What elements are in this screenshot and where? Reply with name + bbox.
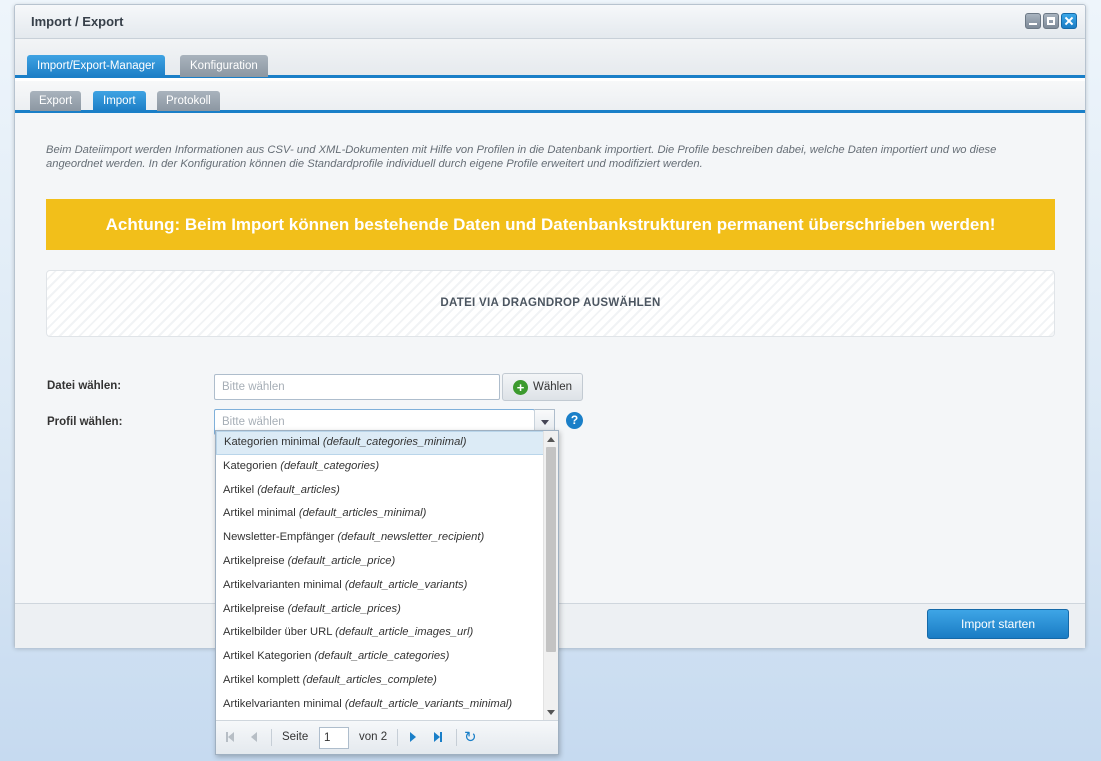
chevron-down-icon (541, 420, 549, 425)
refresh-icon[interactable]: ↻ (464, 730, 477, 745)
profile-option[interactable]: Artikel (default_articles) (216, 479, 544, 503)
profile-option[interactable]: Artikel minimal (default_articles_minima… (216, 502, 544, 526)
scrollbar-thumb[interactable] (546, 447, 556, 652)
profile-option-key: (default_categories) (280, 459, 380, 472)
page-number-input[interactable] (319, 727, 349, 749)
choose-file-button[interactable]: + Wählen (502, 373, 583, 401)
profile-option-key: (default_articles) (257, 483, 340, 496)
profile-option-name: Kategorien (223, 459, 278, 472)
window-title: Import / Export (31, 14, 124, 29)
profile-option-key: (default_article_variants) (344, 578, 468, 591)
file-label: Datei wählen: (47, 380, 122, 392)
profile-option-name: Newsletter-Empfänger (223, 531, 335, 544)
page-label: Seite (282, 731, 309, 743)
profile-option[interactable]: Artikelvarianten minimal (default_articl… (216, 574, 544, 598)
scroll-down-icon[interactable] (547, 710, 555, 715)
next-page-icon[interactable] (410, 732, 416, 745)
profile-option-key: (default_article_prices) (287, 602, 401, 615)
profile-option[interactable]: Artikel komplett (default_articles_compl… (216, 669, 544, 693)
profile-option-name: Artikel (223, 483, 255, 496)
start-import-button[interactable]: Import starten (927, 609, 1069, 639)
profile-option[interactable]: Artikel Kategorien (default_article_cate… (216, 645, 544, 669)
window-titlebar[interactable]: Import / Export (15, 5, 1085, 39)
file-input[interactable] (214, 374, 500, 400)
close-icon[interactable] (1061, 13, 1077, 29)
profile-option-name: Kategorien minimal (224, 436, 320, 448)
profile-option-name: Artikelvarianten minimal (223, 697, 342, 710)
profile-option-key: (default_articles_minimal) (298, 507, 427, 520)
profile-option[interactable]: Newsletter-Empfänger (default_newsletter… (216, 526, 544, 550)
profile-option-name: Artikelbilder über URL (223, 626, 333, 639)
tab-import-export-manager[interactable]: Import/Export-Manager (27, 55, 166, 77)
last-page-icon[interactable] (434, 732, 442, 745)
page-count-label: von 2 (359, 731, 388, 743)
first-page-icon[interactable] (226, 732, 234, 745)
profile-option-name: Artikelpreise (223, 602, 285, 615)
profile-option-key: (default_newsletter_recipient) (337, 531, 485, 544)
tab-konfiguration[interactable]: Konfiguration (180, 55, 268, 77)
profile-option-name: Artikelpreise (223, 554, 285, 567)
profile-option-name: Artikel komplett (223, 673, 300, 686)
profile-label: Profil wählen: (47, 416, 123, 428)
tab-export[interactable]: Export (30, 91, 82, 111)
profile-option-key: (default_article_variants_minimal) (344, 697, 513, 710)
profile-option-key: (default_article_images_url) (335, 626, 474, 639)
minimize-icon[interactable] (1025, 13, 1041, 29)
profile-dropdown-list: Kategorien minimal (default_categories_m… (215, 430, 559, 755)
profile-option-key: (default_article_price) (287, 554, 396, 567)
window-controls (1025, 13, 1077, 29)
choose-file-label: Wählen (533, 381, 572, 393)
profile-option-name: Artikel Kategorien (223, 650, 312, 663)
maximize-icon[interactable] (1043, 13, 1059, 29)
import-warning-banner: Achtung: Beim Import können bestehende D… (46, 199, 1055, 250)
profile-option[interactable]: Kategorien minimal (default_categories_m… (216, 431, 544, 455)
main-tabbar: Import/Export-Manager Konfiguration (15, 39, 1085, 78)
profile-option-key: (default_articles_complete) (302, 673, 437, 686)
profile-option[interactable]: Artikelvarianten minimal (default_articl… (216, 693, 544, 717)
profile-option[interactable]: Artikelpreise (default_article_prices) (216, 598, 544, 622)
file-dropzone[interactable]: DATEI VIA DRAGNDROP AUSWÄHLEN (46, 270, 1055, 337)
scroll-up-icon[interactable] (547, 437, 555, 442)
sub-tabbar: Export Import Protokoll (15, 81, 1085, 113)
profile-option-name: Artikel minimal (223, 507, 296, 520)
profile-option-name: Artikelvarianten minimal (223, 578, 342, 591)
prev-page-icon[interactable] (251, 732, 257, 745)
profile-option-key: (default_article_categories) (314, 650, 450, 663)
profile-options: Kategorien minimal (default_categories_m… (216, 431, 544, 721)
profile-option[interactable]: Artikelpreise (default_article_price) (216, 550, 544, 574)
tab-import[interactable]: Import (93, 91, 146, 111)
profile-option[interactable]: Kategorien (default_categories) (216, 455, 544, 479)
help-icon[interactable]: ? (566, 412, 583, 429)
tab-protokoll[interactable]: Protokoll (157, 91, 220, 111)
dropdown-scrollbar[interactable] (543, 431, 558, 721)
plus-icon: + (513, 379, 528, 395)
profile-option-key: (default_categories_minimal) (322, 436, 467, 448)
import-intro-text: Beim Dateiimport werden Informationen au… (46, 144, 997, 170)
profile-option[interactable]: Artikelbilder über URL (default_article_… (216, 621, 544, 645)
dropdown-pager: Seite von 2 ↻ (216, 720, 558, 754)
